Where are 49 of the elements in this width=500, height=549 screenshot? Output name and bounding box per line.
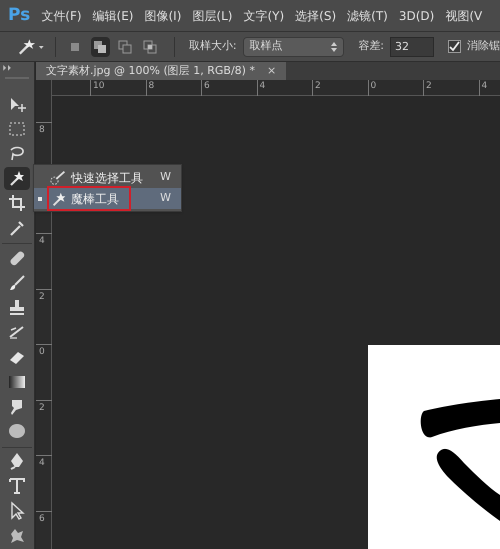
app-logo: Ps: [8, 4, 30, 27]
flyout-item[interactable]: 魔棒工具 W: [34, 188, 181, 209]
menu-item[interactable]: 视图(V: [445, 6, 482, 24]
menu-item[interactable]: 文字(Y): [243, 6, 284, 24]
sample-size-label: 取样大小:: [188, 38, 237, 54]
ruler-label: 6: [204, 81, 210, 91]
selection-mode-icon: [93, 40, 108, 54]
ruler-label: 4: [39, 458, 45, 468]
ruler-label: 4: [482, 81, 488, 91]
menu-item[interactable]: 编辑(E): [92, 6, 134, 24]
menu-item[interactable]: 滤镜(T): [347, 6, 388, 24]
selection-mode-icon: [143, 40, 158, 54]
quick-select-icon: [50, 168, 68, 186]
ruler-label: 0: [39, 347, 45, 357]
document-tab[interactable]: 文字素材.jpg @ 100% (图层 1, RGB/8) * ×: [36, 62, 286, 80]
close-button[interactable]: ×: [266, 62, 276, 80]
ruler-label: 2: [426, 81, 432, 91]
ruler-label: 6: [39, 514, 45, 524]
crop-tool-icon: [7, 193, 27, 214]
stepper-icon: [331, 42, 338, 52]
menu-item[interactable]: 图像(I): [144, 6, 182, 24]
antialias-checkbox[interactable]: [448, 40, 462, 53]
menu-item[interactable]: 图层(L): [192, 6, 232, 24]
ruler-label: 4: [260, 81, 266, 91]
collapse-icon[interactable]: [3, 65, 13, 71]
type-tool-icon: [7, 476, 27, 496]
ruler-label: 0: [370, 81, 376, 91]
ruler-label: 2: [39, 402, 45, 412]
brush-icon: [7, 272, 27, 293]
ruler-label: 2: [39, 292, 45, 302]
menu-item[interactable]: 文件(F): [41, 6, 82, 24]
selection-mode-button[interactable]: [90, 36, 110, 56]
ruler-label: 8: [39, 125, 45, 135]
tolerance-label: 容差:: [358, 38, 384, 54]
selection-mode-icon: [118, 40, 132, 54]
tolerance-field[interactable]: 32: [390, 36, 434, 56]
wand-icon[interactable]: [16, 38, 45, 56]
tool-button[interactable]: [4, 167, 30, 190]
ruler-label: 2: [315, 81, 321, 91]
antialias-label: 消除锯: [467, 38, 500, 54]
ruler-label: 4: [39, 236, 45, 246]
menu-item[interactable]: 选择(S): [295, 6, 336, 24]
active-marker: [38, 196, 42, 200]
ruler-label: 10: [93, 81, 104, 91]
menu-item[interactable]: 3D(D): [398, 6, 434, 24]
flyout-item[interactable]: 快速选择工具 W: [34, 167, 181, 188]
sample-size-dropdown[interactable]: 取样点: [242, 36, 344, 56]
ruler-label: 8: [148, 81, 154, 91]
stamp-icon: [7, 297, 27, 318]
